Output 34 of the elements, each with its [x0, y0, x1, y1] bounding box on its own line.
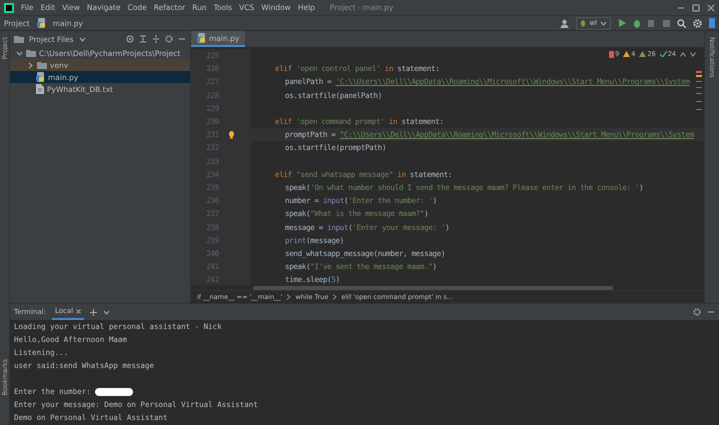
chevron-icon	[286, 294, 292, 300]
chevron-icon[interactable]	[600, 20, 607, 26]
settings-icon[interactable]	[165, 35, 173, 43]
chevron-icon[interactable]	[78, 36, 86, 42]
search-icon[interactable]	[677, 18, 686, 28]
redacted-area	[95, 388, 134, 396]
run-icon[interactable]	[618, 19, 626, 27]
expand-all-icon[interactable]	[139, 35, 147, 43]
python-leaf-icon	[580, 20, 586, 26]
chevron-icon	[332, 294, 338, 300]
settings-icon[interactable]	[693, 18, 702, 28]
error-icon	[609, 50, 614, 58]
close-icon[interactable]	[76, 308, 82, 314]
settings-icon[interactable]	[693, 308, 701, 316]
maximize-icon[interactable]	[692, 4, 700, 12]
up-caret-icon[interactable]	[680, 52, 686, 56]
warning-icon	[623, 51, 630, 57]
close-icon[interactable]	[707, 4, 715, 12]
app-logo-icon	[4, 2, 14, 12]
plus-icon[interactable]	[90, 308, 98, 316]
down-caret-icon[interactable]	[690, 52, 696, 56]
text-file-icon	[36, 84, 44, 94]
python-file-icon	[36, 18, 46, 28]
python-file-icon	[36, 72, 45, 82]
locate-icon[interactable]	[126, 35, 134, 43]
scrollbar-thumb[interactable]	[253, 286, 613, 290]
weak-warning-icon	[639, 51, 646, 57]
check-icon	[660, 51, 667, 57]
collapse-all-icon[interactable]	[152, 35, 160, 43]
user-icon[interactable]	[560, 18, 570, 28]
python-file-icon	[197, 33, 206, 43]
chevron-icon[interactable]	[103, 308, 110, 316]
error-stripe-drawing	[696, 71, 702, 111]
lightbulb-icon[interactable]	[229, 130, 234, 139]
